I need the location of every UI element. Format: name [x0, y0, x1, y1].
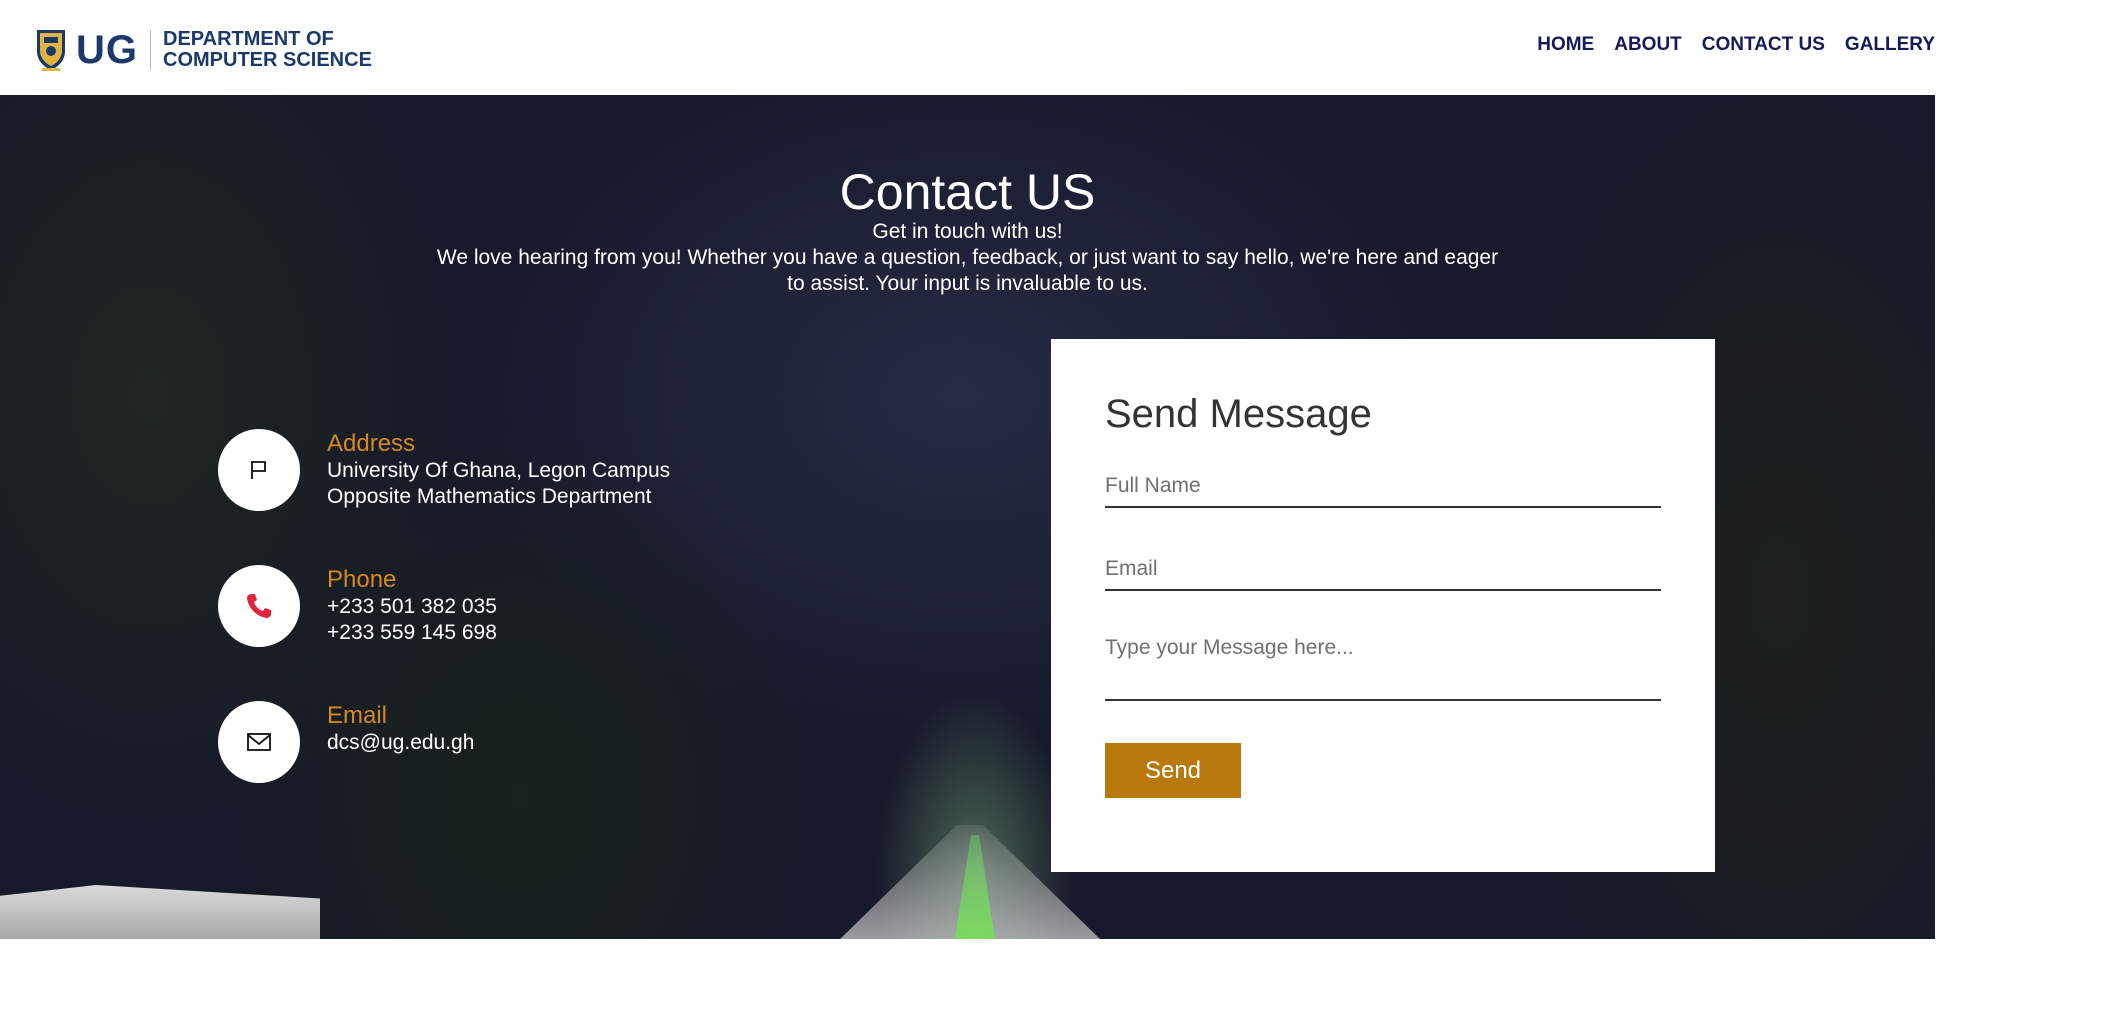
email-input[interactable] [1105, 549, 1661, 591]
contact-phone-label: Phone [327, 566, 397, 593]
contact-email-label: Email [327, 702, 388, 729]
contact-phone-text: Phone +233 501 382 035 +233 559 145 698 [327, 565, 497, 647]
site-header: UG DEPARTMENT OF COMPUTER SCIENCE HOME A… [0, 0, 1935, 95]
university-crest-icon [37, 30, 65, 71]
logo-line-1: DEPARTMENT OF [163, 28, 334, 50]
contact-email: Email dcs@ug.edu.gh [218, 701, 474, 783]
contact-phone: Phone +233 501 382 035 +233 559 145 698 [218, 565, 497, 647]
flag-icon [218, 429, 300, 511]
page-title: Contact US [839, 164, 1096, 220]
message-textarea[interactable] [1105, 631, 1661, 701]
contact-phone-line[interactable]: +233 559 145 698 [327, 620, 497, 646]
main-nav: HOME ABOUT CONTACT US GALLERY [1537, 34, 1935, 56]
page-subtitle: Get in touch with us! [872, 220, 1063, 243]
form-title: Send Message [1105, 392, 1372, 436]
page: UG DEPARTMENT OF COMPUTER SCIENCE HOME A… [0, 0, 2105, 1035]
contact-email-address[interactable]: dcs@ug.edu.gh [327, 730, 474, 756]
nav-about[interactable]: ABOUT [1614, 34, 1682, 56]
logo-text: DEPARTMENT OF COMPUTER SCIENCE [163, 29, 372, 71]
nav-contact-us[interactable]: CONTACT US [1702, 34, 1825, 56]
site-logo[interactable]: UG DEPARTMENT OF COMPUTER SCIENCE [34, 26, 372, 74]
contact-address-line: University Of Ghana, Legon Campus [327, 459, 671, 482]
logo-line-2: COMPUTER SCIENCE [163, 49, 372, 71]
contact-phone-line[interactable]: +233 501 382 035 [327, 594, 497, 620]
contact-hero: Contact US Get in touch with us! We love… [0, 95, 1935, 939]
contact-address-label: Address [327, 430, 416, 457]
send-message-form: Send Message Send [1051, 339, 1715, 872]
nav-gallery[interactable]: GALLERY [1845, 34, 1935, 56]
logo-mark: UG [76, 30, 151, 70]
hero-background-building [0, 885, 320, 939]
phone-icon [218, 565, 300, 647]
contact-address-text: Address University Of Ghana, Legon Campu… [327, 429, 670, 511]
mail-icon [218, 701, 300, 783]
page-intro: We love hearing from you! Whether you ha… [436, 246, 1499, 295]
nav-home[interactable]: HOME [1537, 34, 1594, 56]
contact-email-text: Email dcs@ug.edu.gh [327, 701, 474, 783]
contact-address: Address University Of Ghana, Legon Campu… [218, 429, 670, 511]
full-name-input[interactable] [1105, 466, 1661, 508]
contact-address-line: Opposite Mathematics Department [327, 485, 652, 508]
send-button[interactable]: Send [1105, 743, 1241, 798]
